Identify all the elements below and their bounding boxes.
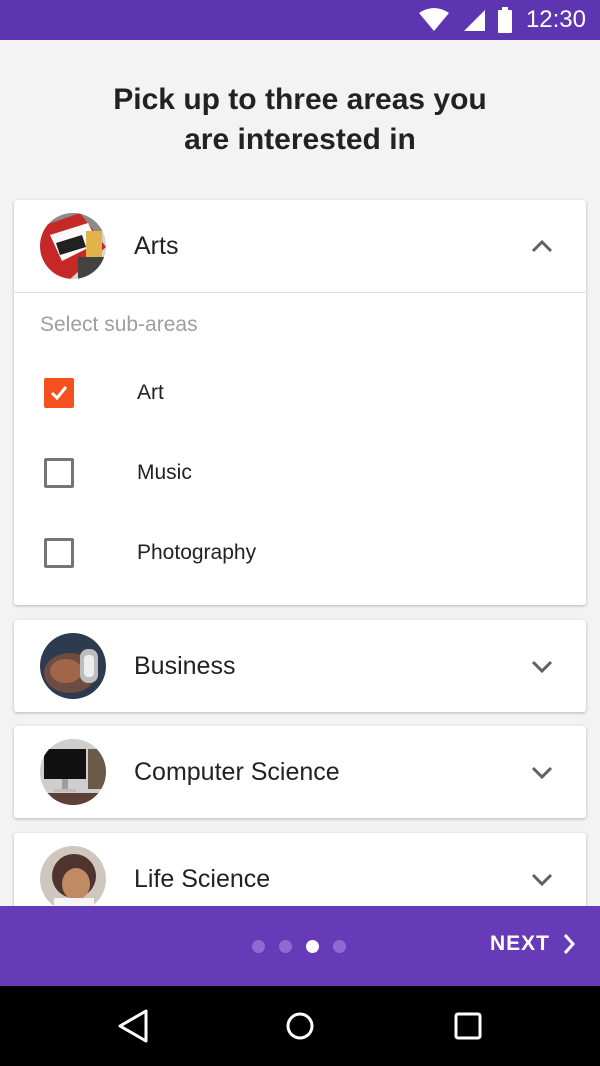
area-header-arts[interactable]: Arts bbox=[14, 200, 586, 292]
back-icon[interactable] bbox=[116, 1008, 150, 1049]
chevron-down-icon[interactable] bbox=[530, 867, 554, 891]
sub-areas-label: Select sub-areas bbox=[40, 313, 198, 336]
sub-area-section: Select sub-areas Art Music Photography bbox=[14, 293, 586, 605]
sub-area-music[interactable]: Music bbox=[44, 457, 192, 489]
chevron-down-icon[interactable] bbox=[530, 760, 554, 784]
sub-area-label: Music bbox=[137, 461, 192, 484]
area-card-computer-science[interactable]: Computer Science bbox=[14, 726, 586, 818]
page-title-line-1: Pick up to three areas you bbox=[113, 83, 487, 116]
chevron-right-icon bbox=[562, 933, 576, 955]
art-checkbox[interactable] bbox=[44, 378, 74, 408]
page-dot bbox=[333, 940, 346, 953]
page-dot bbox=[252, 940, 265, 953]
music-checkbox[interactable] bbox=[44, 458, 74, 488]
area-card-business[interactable]: Business bbox=[14, 620, 586, 712]
business-avatar bbox=[40, 633, 106, 699]
chevron-up-icon[interactable] bbox=[530, 234, 554, 258]
area-header-computer-science[interactable]: Computer Science bbox=[14, 726, 586, 818]
cell-signal-icon bbox=[462, 8, 486, 32]
clock: 12:30 bbox=[525, 6, 586, 33]
sub-area-art[interactable]: Art bbox=[44, 377, 164, 409]
chevron-down-icon[interactable] bbox=[530, 654, 554, 678]
next-label: NEXT bbox=[489, 932, 550, 955]
sub-area-label: Art bbox=[137, 381, 164, 404]
bottom-action-bar: NEXT bbox=[0, 906, 600, 986]
sub-area-photography[interactable]: Photography bbox=[44, 537, 256, 569]
area-title-arts: Arts bbox=[134, 231, 179, 260]
sub-area-label: Photography bbox=[137, 541, 257, 564]
wifi-icon bbox=[418, 8, 450, 32]
checkmark-icon bbox=[50, 386, 68, 401]
area-title-computer-science: Computer Science bbox=[134, 757, 340, 786]
page-title-line-2: are interested in bbox=[184, 123, 416, 156]
page-indicator bbox=[252, 940, 360, 953]
area-title-business: Business bbox=[134, 651, 236, 680]
arts-avatar bbox=[40, 213, 106, 279]
life-science-avatar bbox=[40, 846, 106, 912]
photography-checkbox[interactable] bbox=[44, 538, 74, 568]
page-dot bbox=[279, 940, 292, 953]
next-button[interactable]: NEXT bbox=[490, 932, 576, 956]
computer-science-avatar bbox=[40, 739, 106, 805]
area-title-life-science: Life Science bbox=[134, 864, 271, 893]
home-icon[interactable] bbox=[284, 1008, 316, 1049]
area-card-arts: Arts Select sub-areas Art Music Photogra… bbox=[14, 200, 586, 605]
system-nav-bar bbox=[0, 986, 600, 1066]
recents-icon[interactable] bbox=[452, 1008, 484, 1049]
page-title: Pick up to three areas you are intereste… bbox=[0, 80, 600, 160]
battery-icon bbox=[497, 7, 512, 33]
page-dot-active bbox=[306, 940, 319, 953]
area-header-business[interactable]: Business bbox=[14, 620, 586, 712]
status-bar: 12:30 bbox=[0, 0, 600, 40]
